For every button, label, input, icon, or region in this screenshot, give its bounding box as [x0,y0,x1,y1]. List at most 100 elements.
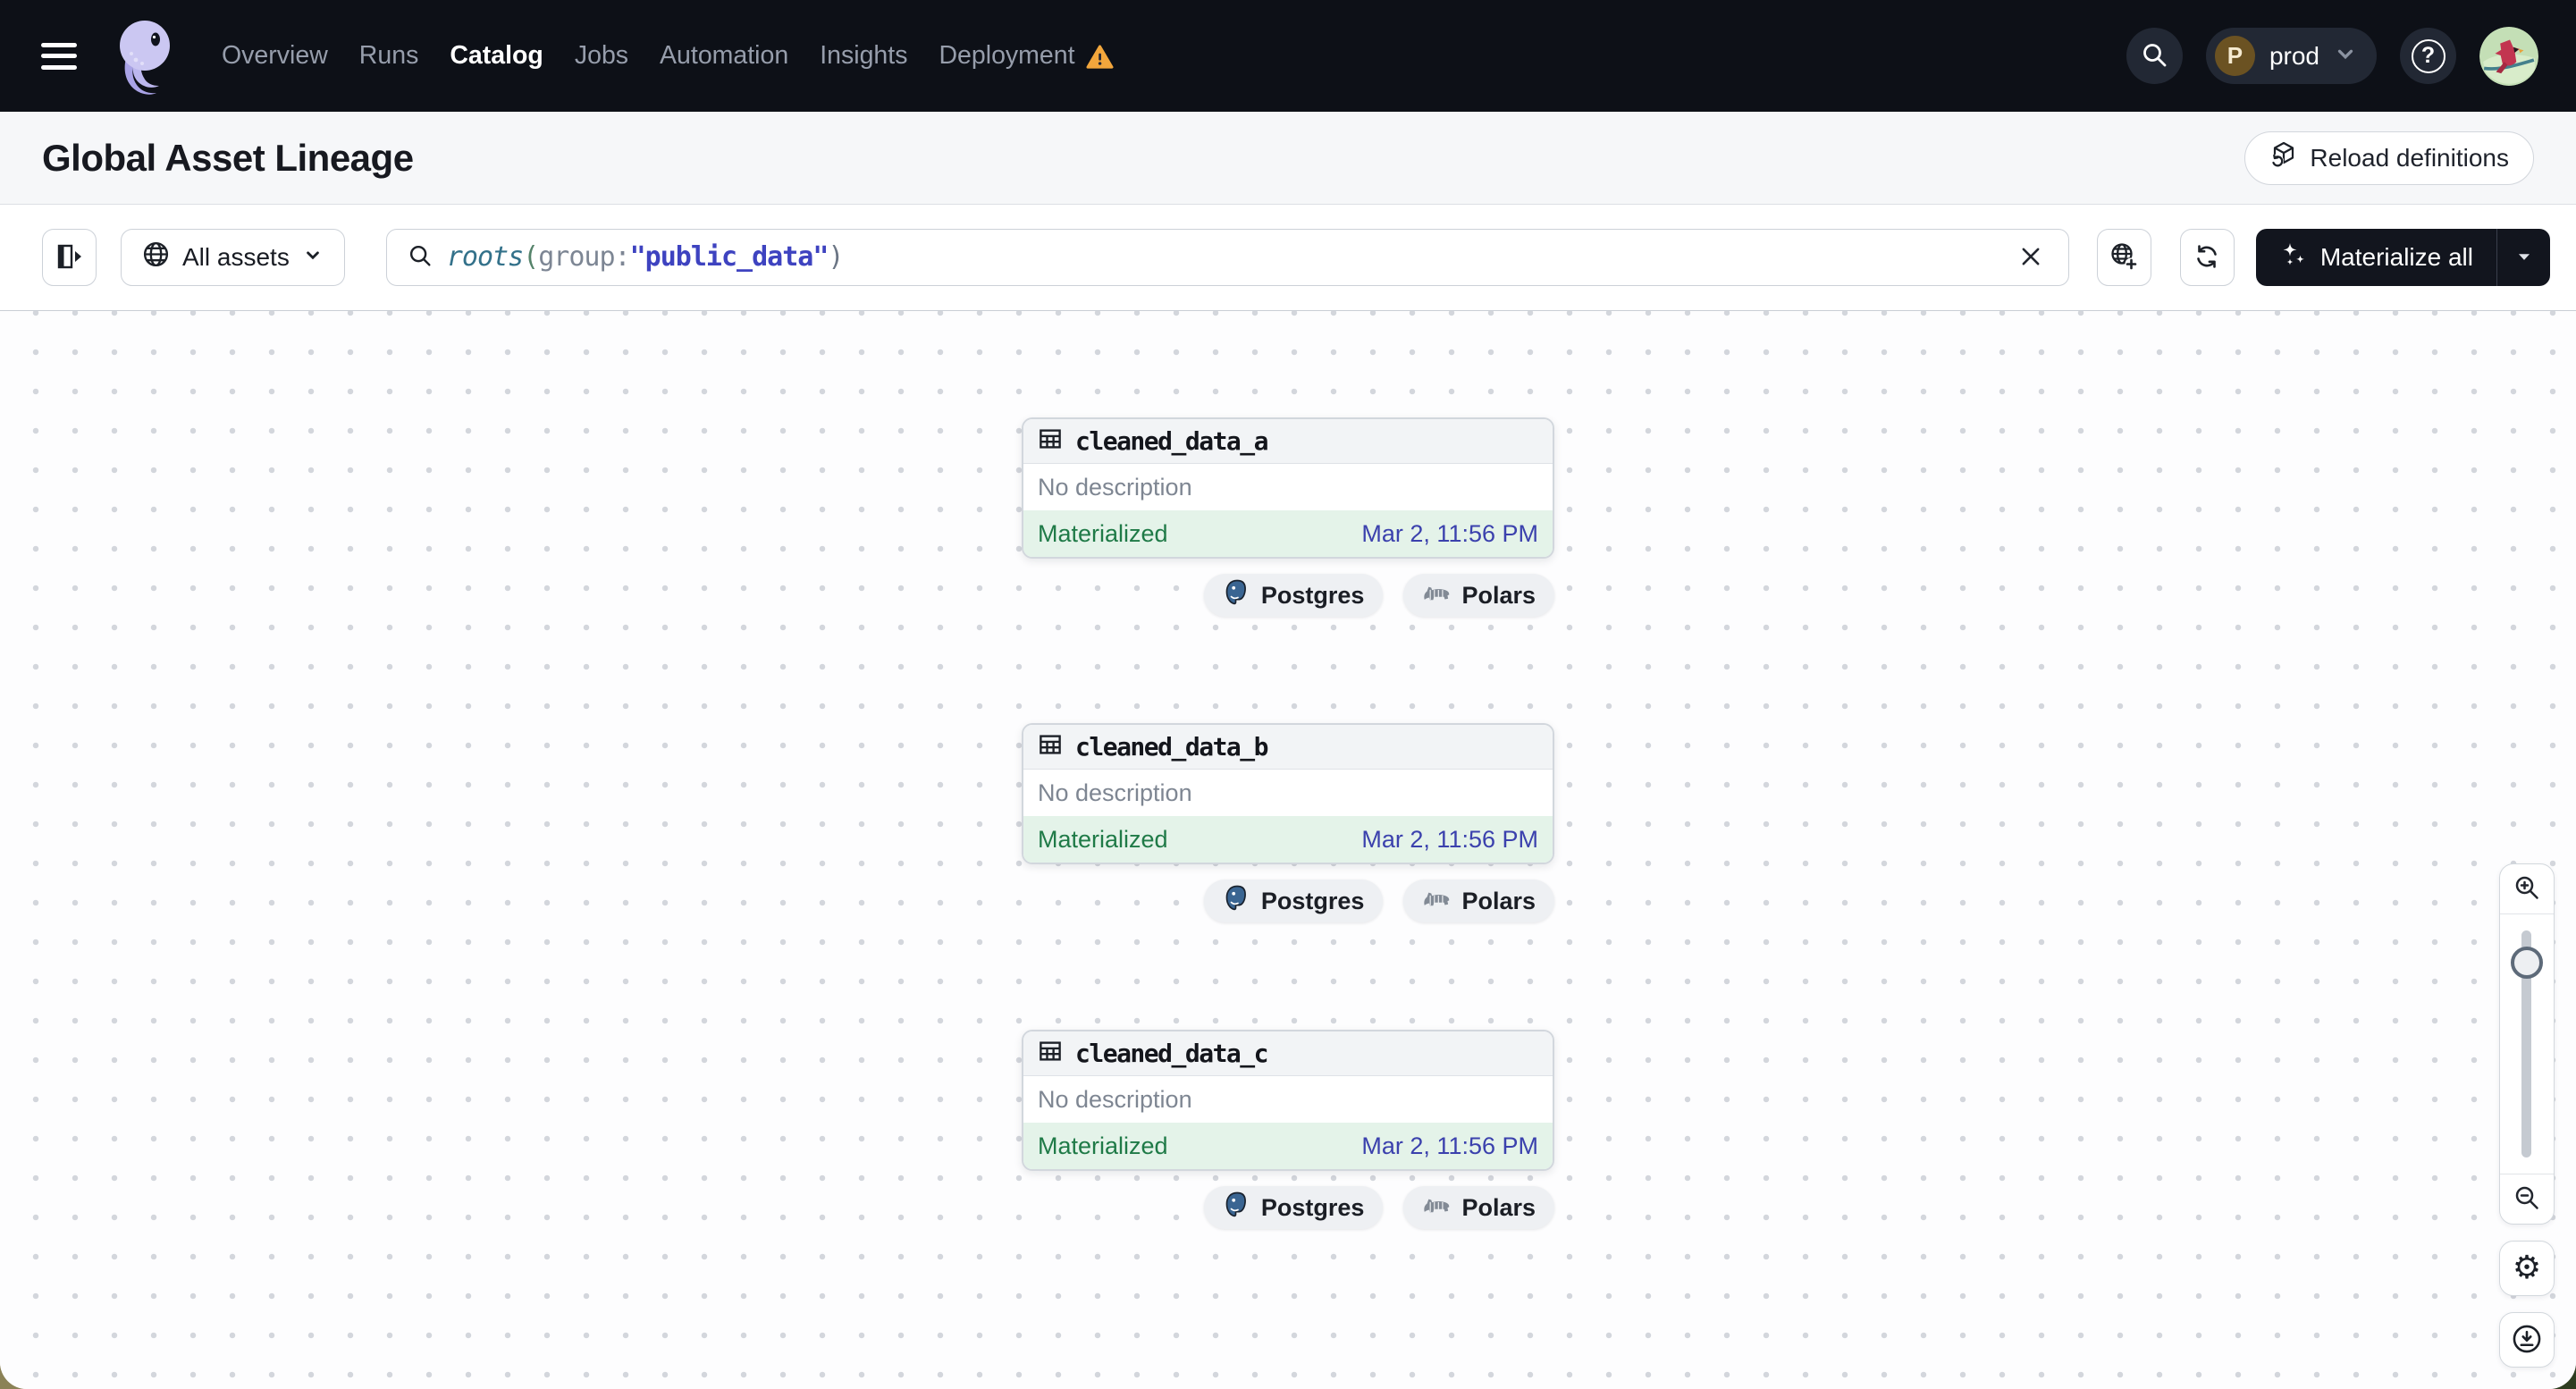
new-selection-button[interactable] [2096,229,2151,286]
zoom-slider[interactable] [2500,914,2554,1174]
close-icon [2018,244,2043,272]
tag-polars[interactable]: Polars [1403,880,1554,922]
search-icon [2140,40,2168,72]
asset-node-cleaned-data-b[interactable]: cleaned_data_b No description Materializ… [1022,723,1554,864]
caret-down-icon [2514,247,2534,269]
page-header: Global Asset Lineage Reload definitions [0,112,2576,205]
tag-postgres[interactable]: Postgres [1203,880,1384,922]
asset-node-cleaned-data-c[interactable]: cleaned_data_c No description Materializ… [1022,1030,1554,1171]
nav-item-overview[interactable]: Overview [222,41,328,71]
globe-icon [141,240,171,275]
materialize-options-button[interactable] [2496,229,2550,286]
asset-status-row: Materialized Mar 2, 11:56 PM [1023,510,1553,557]
asset-node-cleaned-data-a[interactable]: cleaned_data_a No description Materializ… [1022,417,1554,559]
reload-definitions-button[interactable]: Reload definitions [2244,130,2534,185]
primary-nav: Overview Runs Catalog Jobs Automation In… [222,41,1114,71]
status-badge: Materialized [1038,825,1168,853]
nav-item-runs[interactable]: Runs [359,41,419,71]
tag-polars[interactable]: Polars [1403,574,1554,617]
asset-name: cleaned_data_c [1075,1039,1269,1068]
page-title: Global Asset Lineage [42,136,414,179]
asset-selection-input[interactable]: roots(group:"public_data") [385,229,2069,286]
asset-name: cleaned_data_b [1075,732,1269,762]
asset-description: No description [1023,770,1553,816]
materialize-split-button: Materialize all [2255,229,2550,286]
top-navbar: Overview Runs Catalog Jobs Automation In… [0,0,2576,112]
materialization-timestamp-link[interactable]: Mar 2, 11:56 PM [1361,826,1538,854]
deployment-avatar: P [2214,36,2255,76]
asset-status-row: Materialized Mar 2, 11:56 PM [1023,816,1553,863]
selection-query-text: roots(group:"public_data") [446,240,845,273]
materialize-all-button[interactable]: Materialize all [2256,229,2496,286]
asset-description: No description [1023,464,1553,510]
clear-query-button[interactable] [2011,238,2050,277]
deployment-switcher[interactable]: P prod [2205,28,2377,84]
asset-scope-dropdown[interactable]: All assets [121,229,345,286]
polars-icon [1422,1194,1452,1222]
asset-status-row: Materialized Mar 2, 11:56 PM [1023,1123,1553,1169]
zoom-slider-handle[interactable] [2511,947,2543,979]
tag-postgres[interactable]: Postgres [1203,574,1384,617]
polars-icon [1422,888,1452,915]
nav-item-deployment[interactable]: Deployment [939,41,1114,71]
navbar-right-cluster: P prod ? [2126,26,2538,86]
help-icon: ? [2411,38,2446,73]
status-badge: Materialized [1038,519,1168,547]
graph-settings-button[interactable]: ⚙ [2499,1241,2555,1296]
materialization-timestamp-link[interactable]: Mar 2, 11:56 PM [1361,1132,1538,1160]
asset-node-header: cleaned_data_a [1023,419,1553,464]
zoom-out-button[interactable] [2500,1174,2554,1224]
postgres-icon [1223,578,1251,613]
table-icon [1037,1038,1064,1069]
global-search-button[interactable] [2126,28,2183,84]
tag-polars[interactable]: Polars [1403,1186,1554,1229]
warning-icon [1086,43,1114,71]
dagster-logo-icon [104,13,182,99]
refresh-button[interactable] [2179,229,2235,286]
asset-node-wrapper: cleaned_data_a No description Materializ… [1022,417,1554,617]
open-left-panel-button[interactable] [42,229,97,286]
nav-item-automation[interactable]: Automation [660,41,788,71]
download-image-button[interactable] [2499,1312,2555,1368]
zoom-in-button[interactable] [2500,864,2554,914]
postgres-icon [1223,1191,1251,1225]
asset-tag-row: Postgres Polars [1022,1186,1554,1229]
zoom-in-icon [2513,873,2541,905]
asset-name: cleaned_data_a [1075,426,1269,456]
polars-icon [1422,582,1452,610]
table-icon [1037,425,1064,457]
asset-node-wrapper: cleaned_data_b No description Materializ… [1022,723,1554,922]
reload-definitions-icon [2269,140,2298,175]
menu-icon[interactable] [41,42,77,70]
chevron-down-icon [2334,42,2357,70]
table-icon [1037,731,1064,762]
deployment-name: prod [2269,41,2319,70]
lineage-toolbar: All assets roots(group:"public_data") Ma… [0,205,2576,311]
zoom-out-icon [2513,1183,2541,1215]
status-badge: Materialized [1038,1132,1168,1159]
globe-add-icon [2109,241,2139,274]
sparkles-icon [2279,240,2308,275]
nav-item-jobs[interactable]: Jobs [575,41,628,71]
postgres-icon [1223,884,1251,919]
asset-node-header: cleaned_data_b [1023,725,1553,770]
zoom-control-panel [2499,863,2555,1225]
panel-expand-icon [55,241,85,274]
app-window: Overview Runs Catalog Jobs Automation In… [0,0,2576,1389]
asset-tag-row: Postgres Polars [1022,574,1554,617]
search-icon [407,242,434,274]
asset-description: No description [1023,1076,1553,1123]
download-icon [2511,1323,2543,1358]
materialization-timestamp-link[interactable]: Mar 2, 11:56 PM [1361,520,1538,548]
nav-item-catalog[interactable]: Catalog [450,41,543,71]
user-avatar[interactable] [2479,26,2538,86]
chevron-down-icon [301,243,324,273]
help-button[interactable]: ? [2400,28,2456,84]
lineage-canvas[interactable]: cleaned_data_a No description Materializ… [0,311,2576,1389]
refresh-icon [2193,242,2221,274]
gear-icon: ⚙ [2512,1250,2542,1286]
nav-item-insights[interactable]: Insights [820,41,907,71]
tag-postgres[interactable]: Postgres [1203,1186,1384,1229]
asset-node-wrapper: cleaned_data_c No description Materializ… [1022,1030,1554,1229]
asset-tag-row: Postgres Polars [1022,880,1554,922]
